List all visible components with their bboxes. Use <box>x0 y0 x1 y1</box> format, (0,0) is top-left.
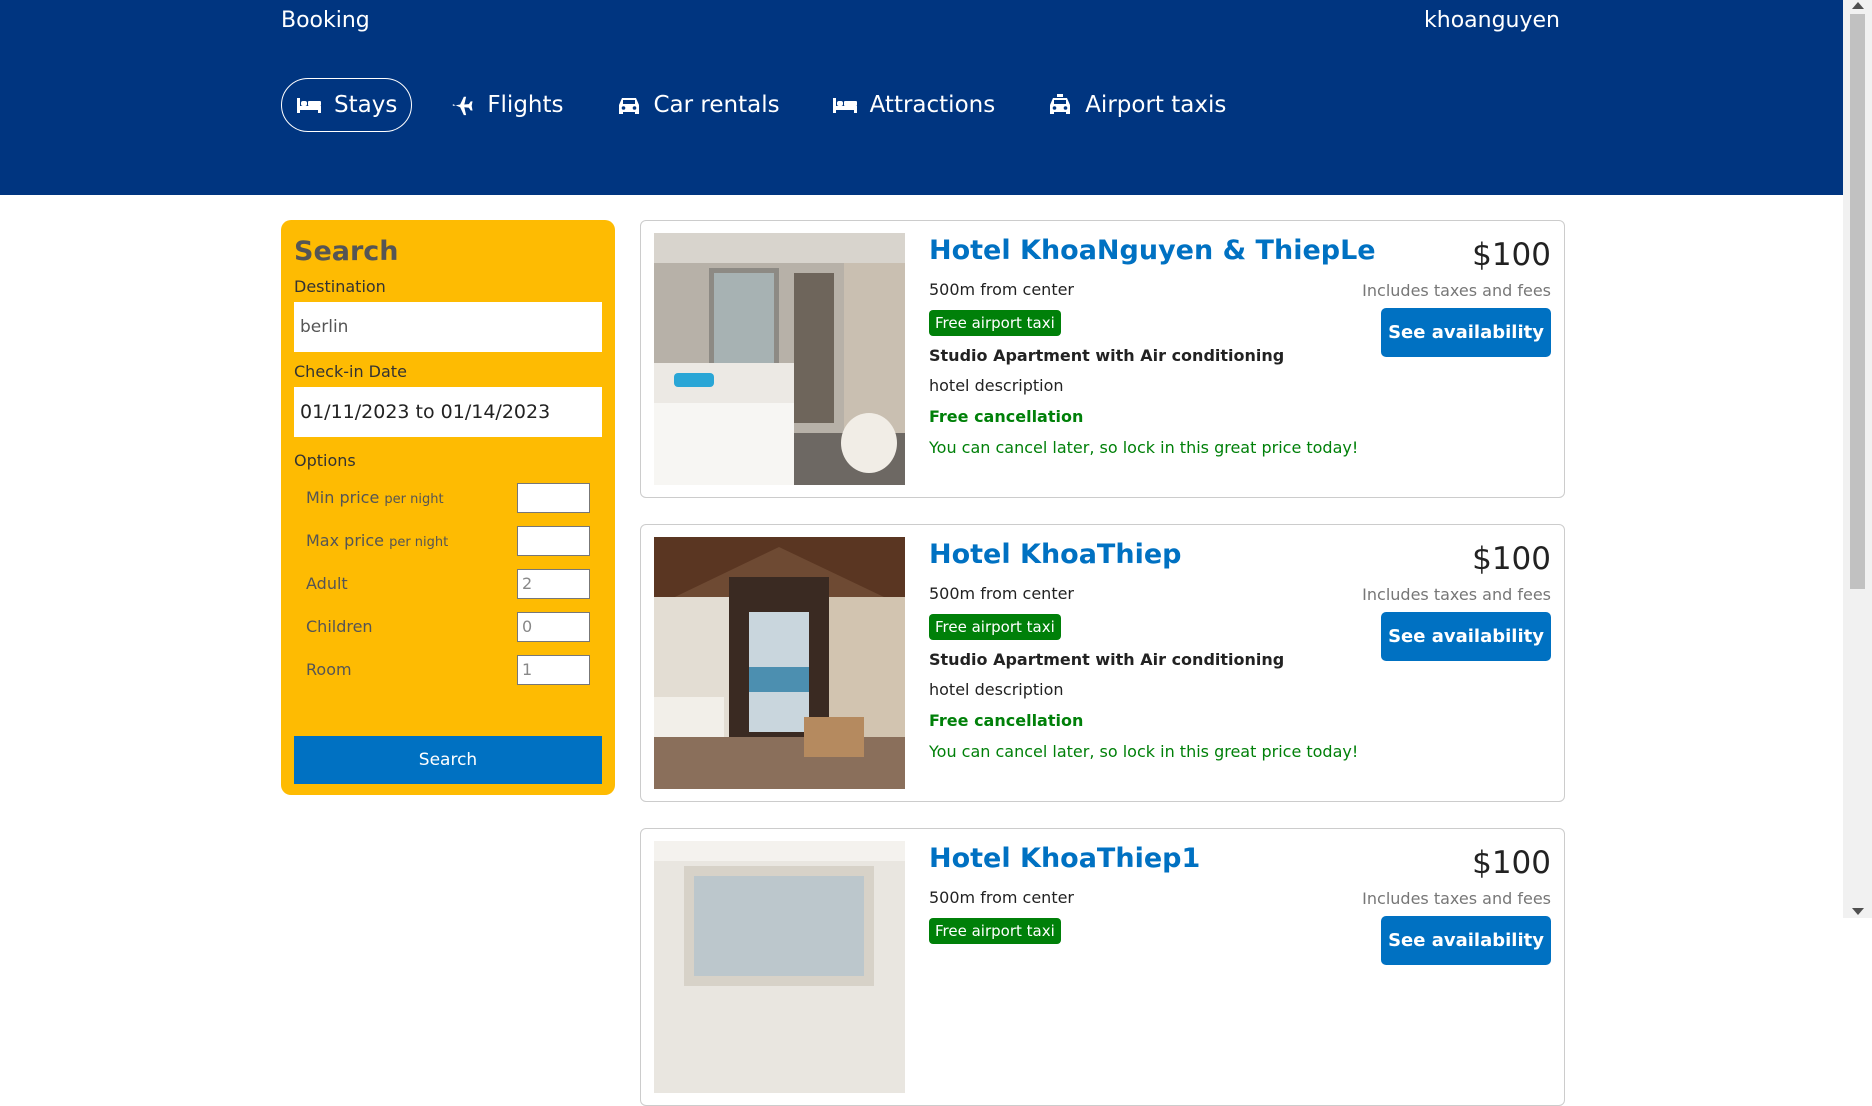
cancel-policy: Free cancellation <box>929 711 1084 730</box>
price: $100 <box>1472 541 1551 577</box>
destination-label: Destination <box>294 277 386 296</box>
date-range-picker[interactable]: 01/11/2023 to 01/14/2023 <box>294 387 602 437</box>
option-label: Children <box>306 617 373 636</box>
option-label: Min price per night <box>306 488 444 507</box>
search-result-item: Hotel KhoaThiep 500m from center Free ai… <box>640 524 1565 802</box>
children-input[interactable] <box>517 611 590 642</box>
option-min-price: Min price per night <box>306 476 590 519</box>
checkin-label: Check-in Date <box>294 362 407 381</box>
top-header: Booking khoanguyen Stays Flights Car ren… <box>0 0 1843 195</box>
site-logo[interactable]: Booking <box>281 8 370 33</box>
option-children: Children <box>306 605 590 648</box>
see-availability-button[interactable]: See availability <box>1381 308 1551 357</box>
taxi-badge: Free airport taxi <box>929 918 1061 944</box>
cancel-subtitle: You can cancel later, so lock in this gr… <box>929 742 1359 761</box>
scroll-up-arrow-icon[interactable] <box>1852 2 1864 9</box>
search-result-item: Hotel KhoaThiep1 500m from center Free a… <box>640 828 1565 1106</box>
username[interactable]: khoanguyen <box>1424 8 1560 33</box>
nav-label: Flights <box>487 92 564 118</box>
search-title: Search <box>294 236 399 267</box>
search-panel: Search Destination Check-in Date 01/11/2… <box>281 220 615 795</box>
price: $100 <box>1472 237 1551 273</box>
hotel-description: hotel description <box>929 376 1064 395</box>
options-list: Min price per night Max price per night … <box>294 476 602 691</box>
nav-item-flights[interactable]: Flights <box>434 78 578 132</box>
taxi-badge: Free airport taxi <box>929 310 1061 336</box>
car-icon <box>616 94 642 116</box>
price: $100 <box>1472 845 1551 881</box>
main-nav: Stays Flights Car rentals Attractions Ai… <box>281 78 1263 132</box>
price-column: $100 Includes taxes and fees See availab… <box>1351 541 1551 661</box>
vertical-scrollbar[interactable] <box>1843 0 1872 918</box>
search-result-item: Hotel KhoaNguyen & ThiepLe 500m from cen… <box>640 220 1565 498</box>
tax-note: Includes taxes and fees <box>1362 281 1551 300</box>
nav-item-attractions[interactable]: Attractions <box>817 78 1011 132</box>
nav-item-car-rentals[interactable]: Car rentals <box>601 78 795 132</box>
see-availability-button[interactable]: See availability <box>1381 916 1551 965</box>
taxi-icon <box>1047 94 1073 116</box>
plane-icon <box>449 94 475 116</box>
price-column: $100 Includes taxes and fees See availab… <box>1351 237 1551 357</box>
hotel-image[interactable] <box>654 537 905 789</box>
scroll-thumb[interactable] <box>1850 14 1865 589</box>
max-price-input[interactable] <box>517 525 590 556</box>
tax-note: Includes taxes and fees <box>1362 585 1551 604</box>
hotel-image[interactable] <box>654 233 905 485</box>
bed-icon <box>296 94 322 116</box>
price-column: $100 Includes taxes and fees See availab… <box>1351 845 1551 965</box>
min-price-input[interactable] <box>517 482 590 513</box>
bed-icon <box>832 94 858 116</box>
cancel-policy: Free cancellation <box>929 407 1084 426</box>
room-input[interactable] <box>517 654 590 685</box>
option-room: Room <box>306 648 590 691</box>
nav-label: Attractions <box>869 92 996 118</box>
search-button[interactable]: Search <box>294 736 602 784</box>
taxi-badge: Free airport taxi <box>929 614 1061 640</box>
option-max-price: Max price per night <box>306 519 590 562</box>
nav-label: Car rentals <box>653 92 780 118</box>
scroll-down-arrow-icon[interactable] <box>1852 908 1864 915</box>
option-label: Max price per night <box>306 531 449 550</box>
tax-note: Includes taxes and fees <box>1362 889 1551 908</box>
see-availability-button[interactable]: See availability <box>1381 612 1551 661</box>
option-adult: Adult <box>306 562 590 605</box>
nav-item-airport-taxis[interactable]: Airport taxis <box>1032 78 1241 132</box>
options-title: Options <box>294 451 356 470</box>
option-label: Adult <box>306 574 348 593</box>
option-label: Room <box>306 660 352 679</box>
destination-input[interactable] <box>294 302 602 352</box>
nav-label: Airport taxis <box>1085 92 1227 118</box>
nav-label: Stays <box>334 92 398 118</box>
adult-input[interactable] <box>517 568 590 599</box>
nav-item-stays[interactable]: Stays <box>281 78 413 132</box>
date-range-text: 01/11/2023 to 01/14/2023 <box>300 401 551 423</box>
cancel-subtitle: You can cancel later, so lock in this gr… <box>929 438 1359 457</box>
hotel-image[interactable] <box>654 841 905 1093</box>
hotel-description: hotel description <box>929 680 1064 699</box>
